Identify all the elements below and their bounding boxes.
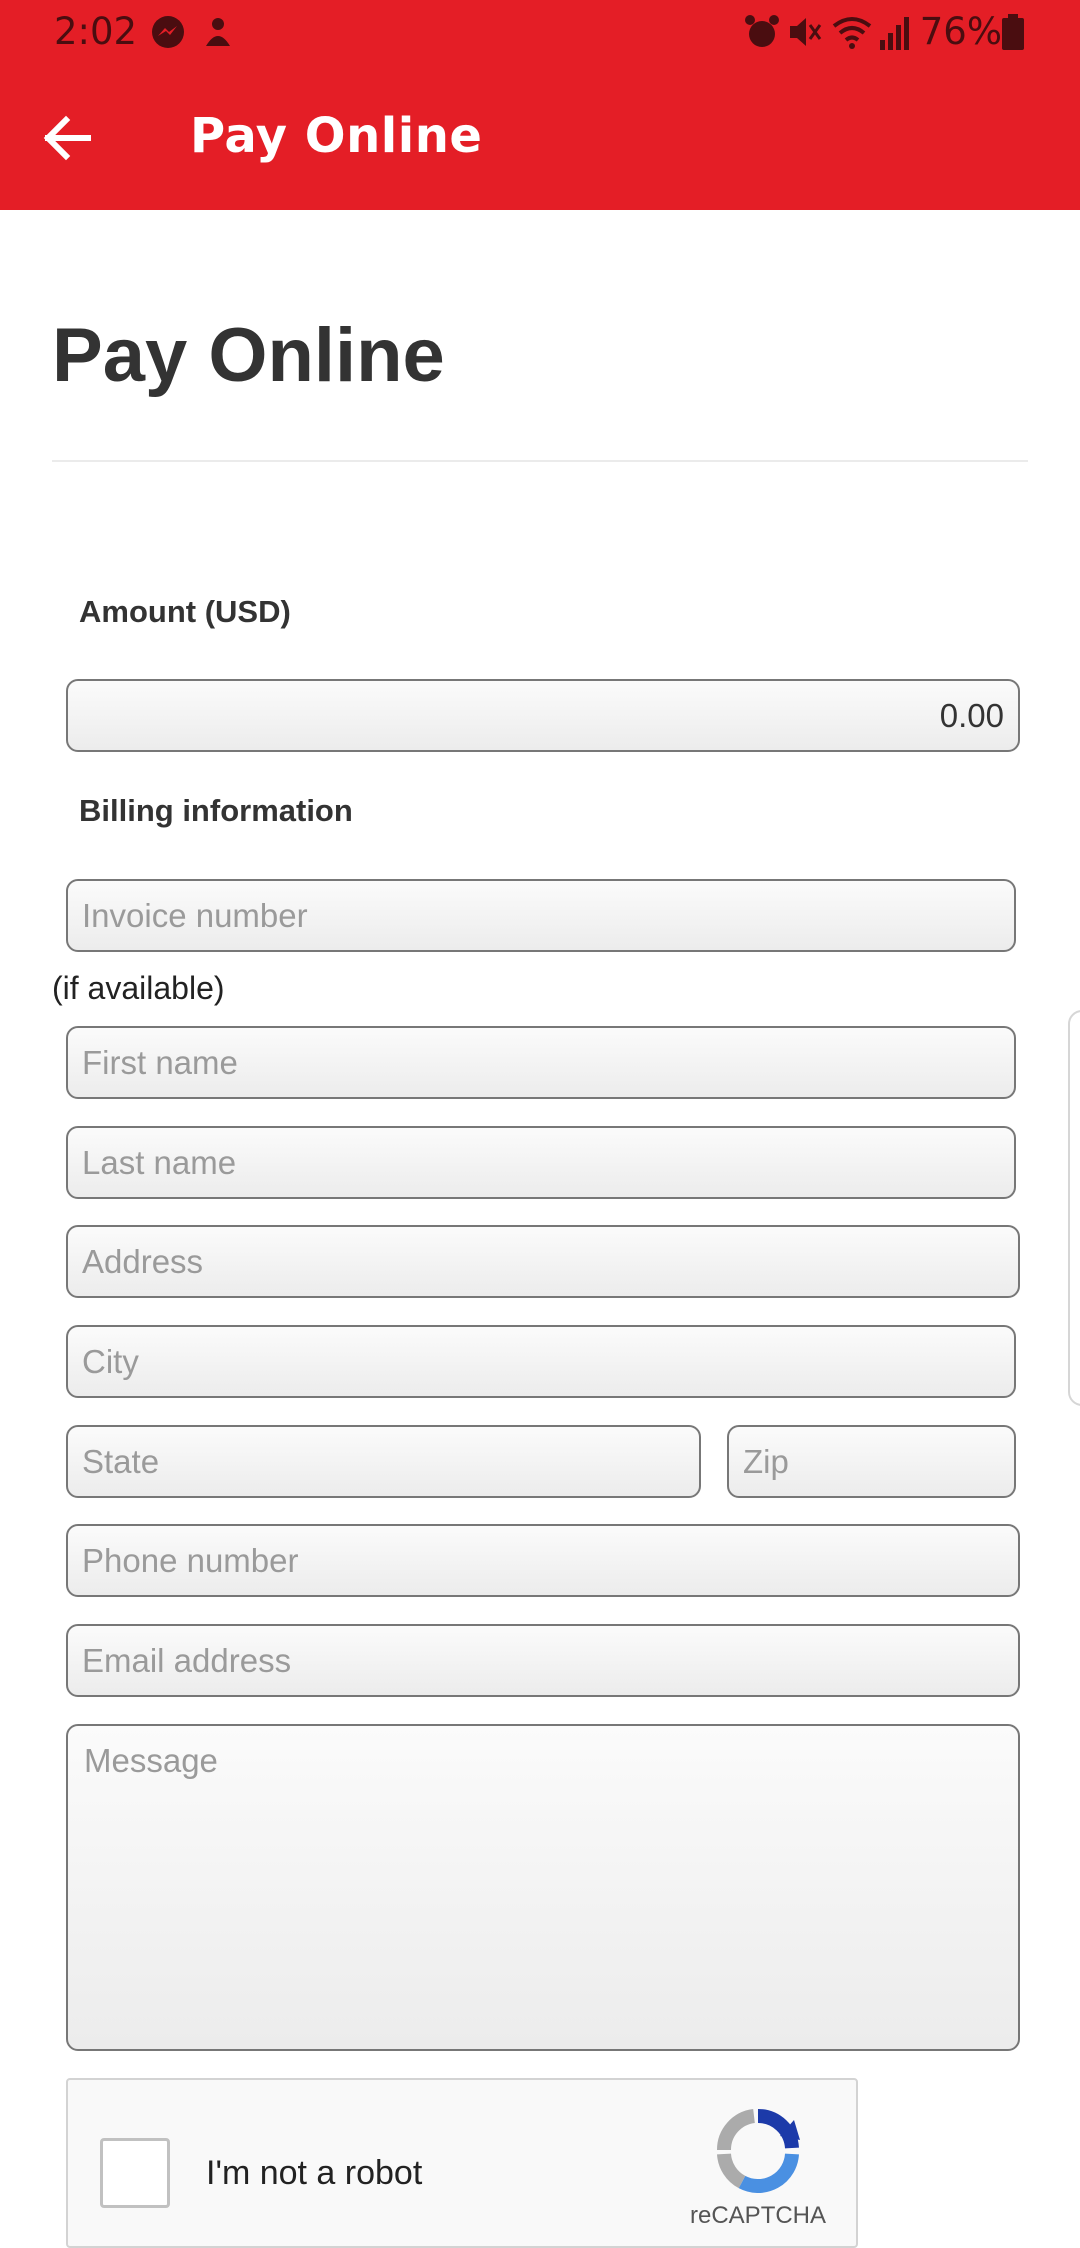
zip-input[interactable]	[727, 1425, 1016, 1498]
divider	[52, 460, 1028, 462]
phone-number-input[interactable]	[66, 1524, 1020, 1597]
recaptcha-brand: reCAPTCHA	[690, 2202, 827, 2229]
status-time: 2:02	[54, 10, 138, 53]
page-title: Pay Online	[52, 313, 445, 398]
mute-icon	[784, 12, 824, 52]
recaptcha-checkbox[interactable]	[100, 2138, 170, 2208]
game-app-icon	[198, 12, 238, 52]
wifi-icon	[830, 12, 872, 52]
battery-icon	[1000, 12, 1040, 52]
state-input[interactable]	[66, 1425, 701, 1498]
email-address-input[interactable]	[66, 1624, 1020, 1697]
battery-percentage: 76%	[919, 10, 1002, 53]
app-bar-title: Pay Online	[190, 108, 483, 164]
message-textarea[interactable]	[66, 1724, 1020, 2051]
back-button[interactable]	[30, 102, 110, 174]
invoice-number-input[interactable]	[66, 879, 1016, 952]
billing-information-label: Billing information	[79, 793, 353, 828]
side-panel-handle[interactable]	[1068, 1010, 1080, 1406]
address-input[interactable]	[66, 1225, 1020, 1298]
signal-icon	[878, 12, 918, 52]
messenger-icon	[148, 12, 188, 52]
arrow-left-icon	[30, 115, 110, 178]
app-bar: Pay Online	[0, 66, 1080, 210]
recaptcha-logo-icon	[708, 2106, 808, 2196]
recaptcha-widget: I'm not a robot reCAPTCHA	[66, 2078, 858, 2248]
last-name-input[interactable]	[66, 1126, 1016, 1199]
amount-input[interactable]	[66, 679, 1020, 752]
first-name-input[interactable]	[66, 1026, 1016, 1099]
city-input[interactable]	[66, 1325, 1016, 1398]
recaptcha-label: I'm not a robot	[206, 2154, 423, 2192]
amount-label: Amount (USD)	[79, 594, 291, 629]
status-bar: 2:02 76%	[0, 0, 1080, 66]
invoice-helper-text: (if available)	[52, 970, 225, 1006]
alarm-icon	[742, 12, 782, 52]
